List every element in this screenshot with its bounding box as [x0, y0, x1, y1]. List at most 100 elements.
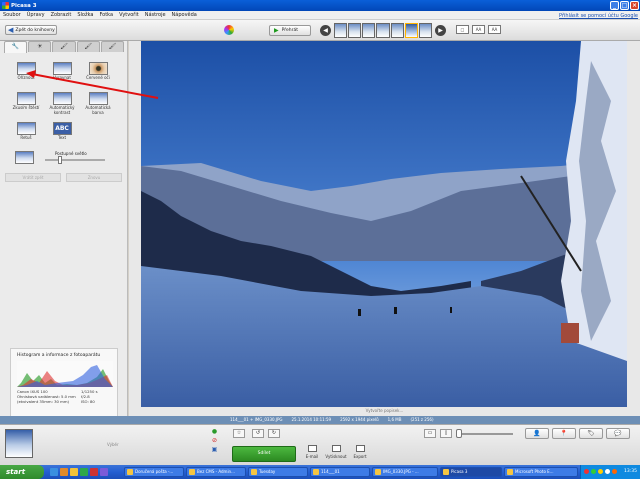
export-button[interactable]: Export — [349, 445, 371, 459]
retouch-tool[interactable]: Retuš — [8, 122, 44, 141]
tab-basic-fixes[interactable]: 🔧 — [4, 41, 28, 53]
filmstrip — [334, 23, 432, 38]
play-icon: ▶ — [274, 27, 279, 34]
view-single-icon[interactable]: ▭ — [424, 429, 436, 438]
taskbar-item-image[interactable]: IMG_0330.JPG - ... — [372, 467, 438, 477]
camera-info-left: Canon IXUS 100 Ohnisková vzdálenost: 5.0… — [17, 389, 76, 405]
menu-edit[interactable]: Úpravy — [27, 12, 45, 18]
taskbar-item-label: Bez CMS - Admin... — [197, 469, 235, 474]
taskbar-item-label: Picasa 3 — [451, 469, 468, 474]
tray-icon[interactable] — [605, 469, 610, 474]
menu-help[interactable]: Nápověda — [172, 12, 197, 18]
tab-effects-1[interactable]: 🖌 — [52, 41, 76, 52]
quicklaunch-ie-icon[interactable] — [50, 468, 58, 476]
menu-tools[interactable]: Nástroje — [145, 12, 166, 18]
histogram-title: Histogram a informace z fotoaparátu — [17, 353, 101, 358]
next-photo-button[interactable]: ▶ — [435, 25, 446, 36]
tab-effects-3[interactable]: 🖌 — [100, 41, 125, 52]
tray-icon[interactable] — [612, 469, 617, 474]
quicklaunch-firefox-icon[interactable] — [60, 468, 68, 476]
redo-button[interactable]: Znovu — [66, 173, 122, 182]
clear-icon[interactable]: ⊘ — [210, 437, 219, 445]
mail-app-icon — [127, 469, 133, 475]
menu-view[interactable]: Zobrazit — [51, 12, 72, 18]
menu-create[interactable]: Vytvořit — [119, 12, 139, 18]
people-icon[interactable]: 👤 — [525, 428, 549, 439]
picasa-taskbar-icon — [443, 469, 449, 475]
back-to-library-label: Zpět do knihovny — [15, 27, 55, 33]
photo-image[interactable] — [141, 41, 627, 407]
menu-folder[interactable]: Složka — [77, 12, 93, 18]
start-button[interactable]: start — [0, 465, 44, 479]
filmstrip-thumbnail[interactable] — [348, 23, 362, 38]
taskbar-item-label: Tuesday — [259, 469, 276, 474]
fill-light-icon — [15, 151, 34, 164]
email-button[interactable]: E-mail — [301, 445, 323, 459]
filmstrip-thumbnail[interactable] — [334, 23, 348, 38]
comments-icon[interactable]: 💬 — [606, 428, 630, 439]
menu-picture[interactable]: Fotka — [99, 12, 113, 18]
filmstrip-thumbnail[interactable] — [376, 23, 390, 38]
maximize-button[interactable]: □ — [620, 1, 629, 10]
view-compare-icon[interactable]: ▯ — [440, 429, 452, 438]
filmstrip-thumbnail[interactable] — [418, 23, 432, 38]
tray-icon[interactable] — [598, 469, 603, 474]
undo-button[interactable]: Vrátit zpět — [5, 173, 61, 182]
tab-effects-2[interactable]: 🖌 — [76, 41, 100, 52]
view-mode-single[interactable]: □ — [456, 25, 469, 34]
hold-icon[interactable]: ● — [210, 428, 219, 436]
rotate-left-icon[interactable]: ↺ — [252, 429, 264, 438]
status-date: 25.1.2014 10:11:59 — [291, 417, 332, 422]
photo-caption-input[interactable]: Vytvořte popisek... — [129, 408, 640, 413]
quicklaunch-folder-icon[interactable] — [70, 468, 78, 476]
taskbar-item-browser[interactable]: Bez CMS - Admin... — [186, 467, 246, 477]
tray-selected-thumbnail[interactable] — [5, 429, 33, 458]
zoom-track[interactable] — [457, 433, 513, 435]
taskbar-item-photo-editor[interactable]: Microsoft Photo E... — [504, 467, 578, 477]
filmstrip-thumbnail[interactable] — [390, 23, 404, 38]
quicklaunch-app2-icon[interactable] — [90, 468, 98, 476]
back-to-library-button[interactable]: ◀ Zpět do knihovny — [5, 25, 57, 35]
filmstrip-thumbnail-selected[interactable] — [404, 23, 418, 38]
taskbar-item-picasa[interactable]: Picasa 3 — [440, 467, 502, 477]
play-slideshow-button[interactable]: ▶ Přehrát — [269, 25, 311, 36]
fill-light-slider[interactable] — [58, 156, 62, 164]
tags-icon[interactable]: 🏷 — [579, 428, 603, 439]
tray-icon[interactable] — [584, 469, 589, 474]
tray-selection-label: Výběr — [107, 442, 119, 447]
print-label: Vytisknout — [325, 454, 347, 459]
taskbar-item-tuesday[interactable]: Tuesday — [248, 467, 308, 477]
menu-file[interactable]: Soubor — [3, 12, 21, 18]
places-icon[interactable]: 📍 — [552, 428, 576, 439]
filmstrip-thumbnail[interactable] — [362, 23, 376, 38]
tab-tuning[interactable]: ☀ — [28, 41, 52, 52]
print-button[interactable]: Vytisknout — [325, 445, 347, 459]
text-tool[interactable]: ABC Text — [44, 122, 80, 141]
quicklaunch-app3-icon[interactable] — [100, 468, 108, 476]
clock: 13:35 — [624, 469, 637, 474]
window-controls: _ □ × — [610, 1, 639, 10]
taskbar-item-mail[interactable]: Doručená pošta -... — [124, 467, 184, 477]
close-button[interactable]: × — [630, 1, 639, 10]
tray-tool-1[interactable]: ☆ — [233, 429, 245, 438]
auto-color-label: Automatická barva — [85, 105, 111, 115]
red-arrow-annotation — [26, 70, 159, 99]
google-signin-link[interactable]: Přihlásit se pomocí účtu Google — [559, 13, 638, 19]
email-label: E-mail — [305, 454, 319, 459]
taskbar-item-folder[interactable]: 114___01 — [310, 467, 370, 477]
add-to-album-icon[interactable]: ▣ — [210, 446, 219, 454]
quicklaunch-app-icon[interactable] — [80, 468, 88, 476]
zoom-slider[interactable] — [456, 429, 462, 438]
folder-icon — [251, 469, 257, 475]
previous-photo-button[interactable]: ◀ — [320, 25, 331, 36]
fill-light-track[interactable] — [45, 159, 105, 161]
tray-icon[interactable] — [591, 469, 596, 474]
histogram-graph — [17, 361, 113, 387]
color-wheel-icon[interactable] — [224, 25, 234, 35]
rotate-right-icon[interactable]: ↻ — [268, 429, 280, 438]
share-button[interactable]: Sdílet — [232, 446, 296, 462]
focal-equivalent: (ekvivalent 35mm: 30 mm) — [17, 399, 70, 405]
view-mode-text-small[interactable]: AA — [472, 25, 485, 34]
minimize-button[interactable]: _ — [610, 1, 619, 10]
view-mode-text-large[interactable]: AA — [488, 25, 501, 34]
